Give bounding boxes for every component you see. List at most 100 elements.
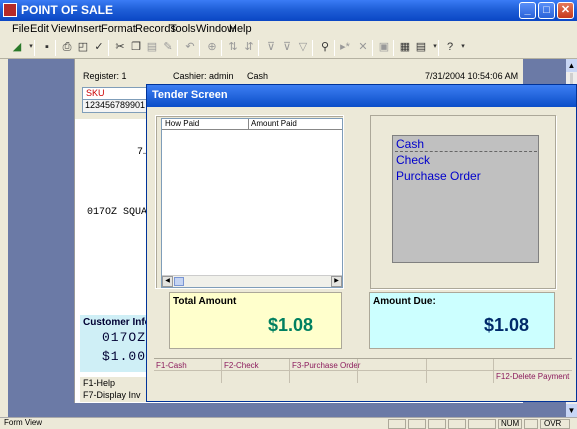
- help-key-label: F1-Help: [83, 378, 116, 388]
- f3-purchase-order-key[interactable]: F3-Purchase Order: [292, 361, 360, 370]
- toolbar-separator: [334, 40, 335, 56]
- filter-by-selection-icon[interactable]: ⊽: [264, 40, 278, 54]
- delete-record-icon[interactable]: ✕: [356, 40, 370, 54]
- filter-by-form-icon[interactable]: ⊽: [280, 40, 294, 54]
- close-button[interactable]: ✕: [557, 2, 574, 19]
- payments-list-header: How Paid Amount Paid: [162, 119, 342, 130]
- find-icon[interactable]: ⚲: [318, 40, 332, 54]
- status-cell: [468, 419, 496, 429]
- register-label: Register: 1: [83, 71, 127, 81]
- function-keys-divider: [289, 359, 290, 383]
- datetime-label: 7/31/2004 10:54:06 AM: [425, 71, 519, 81]
- database-window-icon[interactable]: ▦: [398, 40, 412, 54]
- num-lock-indicator: NUM: [498, 419, 522, 429]
- menu-help[interactable]: Help: [229, 23, 252, 35]
- toolbar-separator: [108, 40, 109, 56]
- menu-format[interactable]: Format: [101, 23, 136, 35]
- status-cell: [428, 419, 446, 429]
- paste-icon[interactable]: ▤: [145, 40, 159, 54]
- tender-title: Tender Screen: [152, 89, 228, 101]
- toolbar-separator: [34, 40, 35, 56]
- function-keys-divider: [221, 359, 222, 383]
- chevron-down-icon[interactable]: ▾: [428, 40, 442, 54]
- chevron-down-icon[interactable]: ▾: [456, 40, 470, 54]
- toolbar-separator: [312, 40, 313, 56]
- toolbar-separator: [199, 40, 200, 56]
- overtype-indicator: OVR: [540, 419, 570, 429]
- properties-icon[interactable]: ▣: [377, 40, 391, 54]
- save-icon[interactable]: ▪: [40, 40, 54, 54]
- undo-icon[interactable]: ↶: [183, 40, 197, 54]
- method-check[interactable]: Check: [395, 153, 537, 167]
- f1-cash-key[interactable]: F1-Cash: [156, 361, 187, 370]
- minimize-button[interactable]: _: [519, 2, 536, 19]
- customer-info-title: Customer Infor: [83, 317, 155, 328]
- function-keys-divider: [493, 359, 494, 383]
- toolbar-separator: [258, 40, 259, 56]
- hyperlink-icon[interactable]: ⊕: [205, 40, 219, 54]
- num-lock-label: NUM: [501, 419, 520, 428]
- print-icon[interactable]: ⎙: [60, 40, 74, 54]
- toolbar-separator: [372, 40, 373, 56]
- window-title: POINT OF SALE: [21, 3, 114, 17]
- payments-list[interactable]: How Paid Amount Paid ◀ ▶: [161, 118, 343, 288]
- tender-title-bar: Tender Screen: [147, 85, 576, 107]
- scroll-right-icon[interactable]: ▶: [331, 276, 342, 287]
- function-keys-divider: [426, 359, 427, 383]
- column-divider: [248, 119, 249, 130]
- new-record-icon[interactable]: ▸*: [338, 40, 352, 54]
- print-preview-icon[interactable]: ◰: [76, 40, 90, 54]
- toolbar-separator: [55, 40, 56, 56]
- scroll-left-icon[interactable]: ◀: [162, 276, 173, 287]
- scroll-thumb[interactable]: [174, 277, 184, 286]
- format-painter-icon[interactable]: ✎: [161, 40, 175, 54]
- f12-delete-payment-key[interactable]: F12-Delete Payment: [496, 372, 569, 381]
- menu-tools[interactable]: Tools: [170, 23, 196, 35]
- menu-file[interactable]: File: [12, 23, 30, 35]
- horizontal-scrollbar[interactable]: ◀ ▶: [162, 275, 342, 287]
- toolbar-separator: [393, 40, 394, 56]
- tender-function-keys: F1-Cash F2-Check F3-Purchase Order F12-D…: [154, 358, 572, 383]
- sort-descending-icon[interactable]: ⇵: [242, 40, 256, 54]
- sort-ascending-icon[interactable]: ⇅: [226, 40, 240, 54]
- status-cell: [524, 419, 538, 429]
- column-amount-paid[interactable]: Amount Paid: [251, 119, 297, 128]
- maximize-button[interactable]: □: [538, 2, 555, 19]
- view-icon[interactable]: ◢: [10, 40, 24, 54]
- f2-check-key[interactable]: F2-Check: [224, 361, 259, 370]
- payment-type-label: Cash: [247, 71, 269, 81]
- customer-price: $1.00: [102, 349, 147, 364]
- app-title-bar: POINT OF SALE _ □ ✕: [0, 0, 577, 21]
- new-object-icon[interactable]: ▤: [414, 40, 428, 54]
- total-amount-label: Total Amount: [173, 296, 237, 307]
- copy-icon[interactable]: ❐: [129, 40, 143, 54]
- apply-filter-icon[interactable]: ▽: [296, 40, 310, 54]
- menu-edit[interactable]: Edit: [30, 23, 49, 35]
- status-cell: [388, 419, 406, 429]
- overtype-label: OVR: [544, 419, 562, 428]
- method-purchase-order[interactable]: Purchase Order: [395, 169, 537, 183]
- menu-insert[interactable]: Insert: [74, 23, 102, 35]
- cut-icon[interactable]: ✂: [113, 40, 127, 54]
- cashier-label: Cashier: admin: [173, 71, 234, 81]
- method-cash[interactable]: Cash: [395, 137, 537, 152]
- display-inventory-key-label: F7-Display Inv: [83, 390, 141, 400]
- total-amount-panel: Total Amount $1.08: [169, 292, 342, 349]
- column-how-paid[interactable]: How Paid: [165, 119, 199, 128]
- payment-methods-list[interactable]: Cash Check Purchase Order: [392, 135, 539, 263]
- amount-due-label: Amount Due:: [373, 296, 436, 307]
- spelling-icon[interactable]: ✓: [92, 40, 106, 54]
- scroll-up-icon[interactable]: ▲: [566, 59, 577, 72]
- app-icon[interactable]: [3, 3, 17, 17]
- status-cell: [448, 419, 466, 429]
- status-cell: [408, 419, 426, 429]
- form-function-keys: F1-Help F7-Display Inv: [80, 377, 150, 402]
- chevron-down-icon[interactable]: ▾: [24, 40, 38, 54]
- toolbar-separator: [177, 40, 178, 56]
- function-keys-divider: [154, 370, 572, 371]
- scroll-down-icon[interactable]: ▼: [566, 404, 577, 417]
- menu-view[interactable]: View: [51, 23, 75, 35]
- toolbar: ◢ ▾ ▪ ⎙ ◰ ✓ ✂ ❐ ▤ ✎ ↶ ⊕ ⇅ ⇵ ⊽ ⊽ ▽ ⚲ ▸* ✕…: [0, 37, 577, 59]
- form-view-status: Form View: [4, 418, 43, 427]
- help-icon[interactable]: ?: [443, 40, 457, 54]
